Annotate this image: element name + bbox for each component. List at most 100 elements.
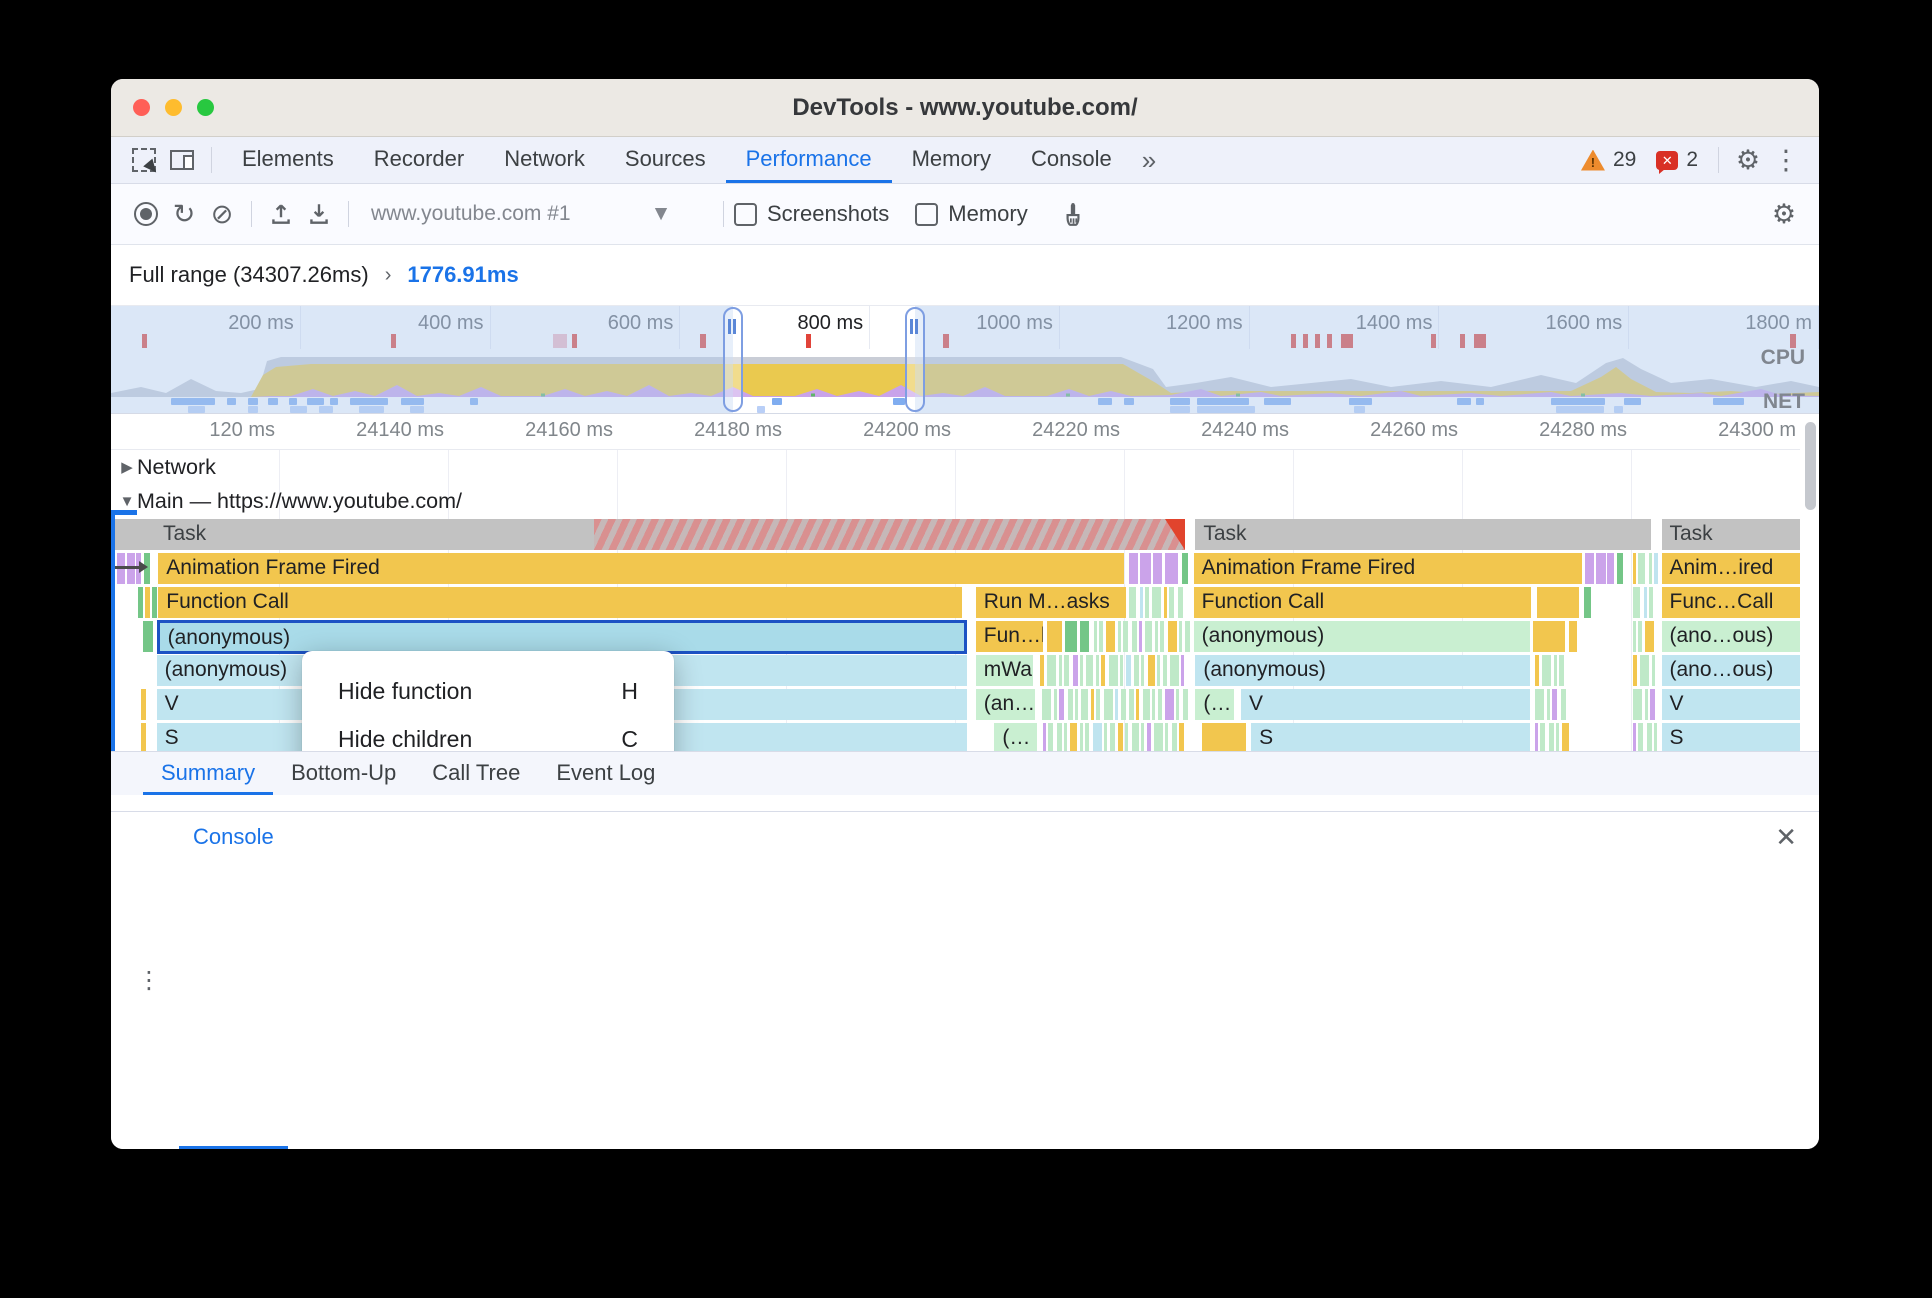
flame-sliver[interactable] xyxy=(141,723,147,751)
flame-entry[interactable]: Animation Frame Fired xyxy=(158,553,1125,584)
minimize-window-button[interactable] xyxy=(165,99,182,116)
record-button[interactable] xyxy=(127,195,165,233)
vertical-scrollbar[interactable] xyxy=(1805,422,1816,510)
flame-sliver[interactable] xyxy=(1585,553,1594,584)
flame-sliver[interactable] xyxy=(1080,621,1089,652)
flame-sliver[interactable] xyxy=(144,587,150,618)
flame-entry[interactable]: (an…s) xyxy=(975,689,1035,720)
flame-entry[interactable]: (… xyxy=(994,723,1037,751)
flame-sliver[interactable] xyxy=(1202,723,1246,751)
flame-entry[interactable]: (ano…ous) xyxy=(1661,621,1800,652)
flame-sliver-zone[interactable] xyxy=(1632,723,1658,751)
kebab-menu-icon[interactable]: ⋮ xyxy=(1767,141,1805,179)
load-profile-icon[interactable] xyxy=(262,195,300,233)
flame-entry[interactable]: mWa xyxy=(975,655,1034,686)
selected-range-crumb[interactable]: 1776.91ms xyxy=(407,262,518,288)
flame-sliver[interactable] xyxy=(1046,621,1062,652)
flame-sliver-zone[interactable] xyxy=(1534,723,1569,751)
flame-sliver[interactable] xyxy=(1583,587,1591,618)
flame-sliver[interactable] xyxy=(1164,553,1179,584)
flame-entry[interactable]: Task xyxy=(1661,519,1800,550)
menu-item-hide-children[interactable]: Hide children C xyxy=(302,715,674,752)
flame-sliver-zone[interactable] xyxy=(1632,689,1658,720)
flame-entry[interactable]: (anonymous) xyxy=(156,620,968,654)
tab-performance[interactable]: Performance xyxy=(726,137,892,183)
flame-entry[interactable]: Task xyxy=(1195,519,1652,550)
collect-garbage-icon[interactable] xyxy=(1054,195,1092,233)
tab-elements[interactable]: Elements xyxy=(222,137,354,183)
flame-sliver-zone[interactable] xyxy=(1041,689,1189,720)
flame-entry[interactable]: S xyxy=(1251,723,1530,751)
screenshots-checkbox[interactable] xyxy=(734,202,757,226)
flame-sliver[interactable] xyxy=(1140,553,1151,584)
flame-entry[interactable]: Run M…asks xyxy=(975,587,1127,618)
flame-entry[interactable]: Anim…ired xyxy=(1661,553,1800,584)
flame-entry[interactable]: V xyxy=(1240,689,1530,720)
clear-recording-button[interactable]: ⊘ xyxy=(203,195,241,233)
flame-entry[interactable]: Func…Call xyxy=(1661,587,1800,618)
flame-sliver-zone[interactable] xyxy=(1534,655,1565,686)
flame-sliver[interactable] xyxy=(138,587,144,618)
zoom-window-button[interactable] xyxy=(197,99,214,116)
tab-console[interactable]: Console xyxy=(1011,137,1132,183)
flame-sliver[interactable] xyxy=(1596,553,1606,584)
drawer-tab-console[interactable]: Console xyxy=(179,812,288,1149)
menu-item-hide-function[interactable]: Hide function H xyxy=(302,667,674,715)
flame-entry[interactable]: (anonymous) xyxy=(1193,621,1530,652)
flame-sliver[interactable] xyxy=(1129,553,1138,584)
flame-sliver[interactable] xyxy=(1607,553,1615,584)
track-network[interactable]: ▶ Network xyxy=(111,450,1800,484)
tab-recorder[interactable]: Recorder xyxy=(354,137,484,183)
flame-sliver[interactable] xyxy=(1536,587,1579,618)
flame-entry[interactable]: S xyxy=(1661,723,1800,751)
flame-sliver-zone[interactable] xyxy=(1043,723,1188,751)
flame-sliver-zone[interactable] xyxy=(1632,655,1658,686)
flame-sliver-zone[interactable] xyxy=(1093,621,1190,652)
flame-entry[interactable]: (ano…ous) xyxy=(1661,655,1800,686)
tab-sources[interactable]: Sources xyxy=(605,137,726,183)
timeline-overview[interactable]: 200 ms 400 ms 600 ms 800 ms 1000 ms 1200 ms 14… xyxy=(111,306,1819,414)
flame-sliver[interactable] xyxy=(1065,621,1078,652)
collapsed-triangle-icon[interactable]: ▶ xyxy=(117,458,137,476)
full-range-crumb[interactable]: Full range (34307.26ms) xyxy=(129,262,369,288)
close-window-button[interactable] xyxy=(133,99,150,116)
flame-sliver[interactable] xyxy=(1533,621,1566,652)
inspect-element-icon[interactable] xyxy=(125,141,163,179)
details-tab-call-tree[interactable]: Call Tree xyxy=(414,752,538,795)
reload-and-record-button[interactable]: ↻ xyxy=(165,195,203,233)
flame-sliver-zone[interactable] xyxy=(1129,587,1186,618)
details-tab-summary[interactable]: Summary xyxy=(143,752,273,795)
flame-entry[interactable]: Function Call xyxy=(158,587,963,618)
drawer-kebab-menu-icon[interactable]: ⋮ xyxy=(137,968,161,993)
track-main[interactable]: ▼ Main — https://www.youtube.com/ xyxy=(111,484,1800,518)
more-tabs-icon[interactable]: » xyxy=(1132,145,1166,176)
flame-entry[interactable]: Function Call xyxy=(1193,587,1532,618)
warnings-indicator[interactable]: ! 29 xyxy=(1580,148,1636,172)
flame-sliver[interactable] xyxy=(141,689,147,720)
capture-settings-gear-icon[interactable]: ⚙ xyxy=(1765,195,1803,233)
flame-entry[interactable]: (… xyxy=(1195,689,1235,720)
flame-entry[interactable]: Animation Frame Fired xyxy=(1193,553,1583,584)
flame-sliver[interactable] xyxy=(1568,621,1578,652)
flame-sliver[interactable] xyxy=(594,519,1186,550)
flame-sliver-zone[interactable] xyxy=(1039,655,1189,686)
flame-entry[interactable]: (anonymous) xyxy=(1195,655,1530,686)
flame-sliver-zone[interactable] xyxy=(1632,621,1658,652)
tab-memory[interactable]: Memory xyxy=(892,137,1011,183)
selection-handle-left[interactable] xyxy=(722,307,743,412)
flame-sliver[interactable] xyxy=(1153,553,1162,584)
device-toolbar-icon[interactable] xyxy=(163,141,201,179)
settings-gear-icon[interactable]: ⚙ xyxy=(1729,141,1767,179)
flame-sliver-zone[interactable] xyxy=(1632,587,1658,618)
flame-sliver[interactable] xyxy=(1616,553,1624,584)
flame-entry[interactable]: Task xyxy=(111,519,595,550)
flame-sliver-zone[interactable] xyxy=(1534,689,1566,720)
flame-sliver[interactable] xyxy=(143,621,154,652)
details-tab-bottom-up[interactable]: Bottom-Up xyxy=(273,752,414,795)
flame-sliver[interactable] xyxy=(1181,553,1188,584)
flame-sliver[interactable] xyxy=(152,587,157,618)
flame-sliver-zone[interactable] xyxy=(1632,553,1658,584)
errors-indicator[interactable]: ✕ 2 xyxy=(1656,148,1698,174)
tab-network[interactable]: Network xyxy=(484,137,605,183)
selection-handle-right[interactable] xyxy=(905,307,926,412)
